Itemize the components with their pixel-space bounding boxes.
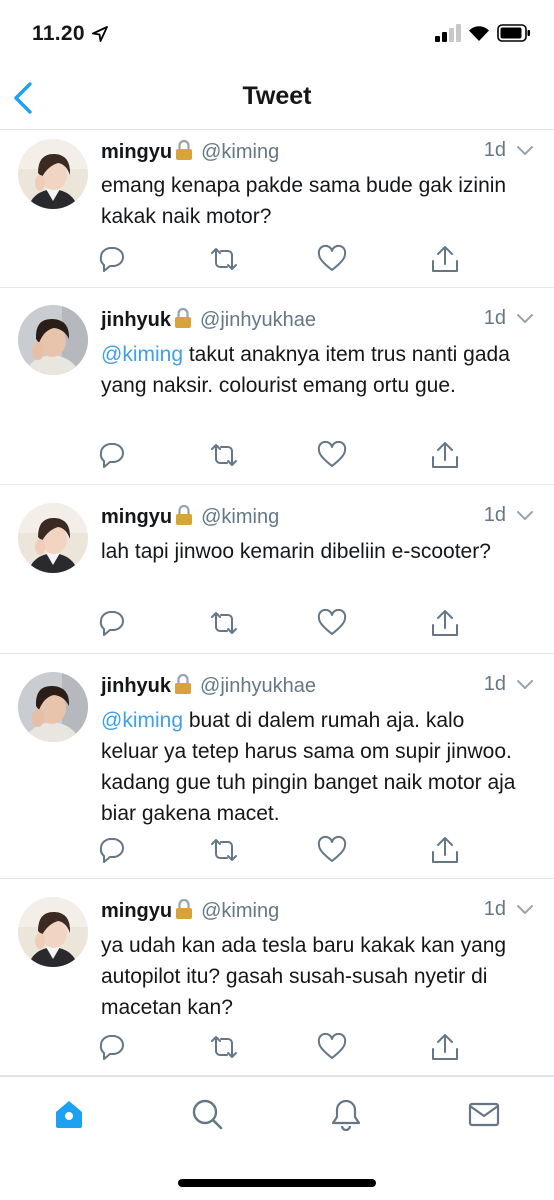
- cellular-signal-icon: [435, 24, 461, 42]
- like-heart-icon[interactable]: [316, 834, 348, 866]
- avatar[interactable]: [18, 305, 88, 375]
- tweet-actions: [96, 1031, 476, 1065]
- display-name[interactable]: mingyu: [101, 900, 172, 922]
- like-heart-icon[interactable]: [316, 1031, 348, 1063]
- timestamp: 1d: [483, 673, 506, 695]
- tweet-actions: [96, 439, 476, 473]
- battery-icon: [497, 24, 530, 42]
- tweet-actions: [96, 834, 476, 868]
- chevron-down-icon[interactable]: [516, 313, 534, 325]
- lock-icon: [175, 673, 192, 694]
- lock-icon: [176, 504, 193, 525]
- tweet-text: emang kenapa pakde sama bude gak izinin …: [101, 170, 521, 232]
- handle[interactable]: @kiming: [201, 900, 279, 922]
- handle[interactable]: @kiming: [201, 506, 279, 528]
- display-name[interactable]: jinhyuk: [101, 309, 171, 331]
- share-icon[interactable]: [429, 439, 461, 471]
- tweet[interactable]: mingyu @kiming 1d emang kenapa pakde sama…: [0, 130, 554, 288]
- chevron-down-icon[interactable]: [516, 145, 534, 157]
- timestamp: 1d: [483, 504, 506, 526]
- display-name[interactable]: mingyu: [101, 506, 172, 528]
- tweet-body: ya udah kan ada tesla baru kakak kan yan…: [101, 934, 507, 1019]
- lock-icon: [176, 898, 193, 919]
- tweet-text: lah tapi jinwoo kemarin dibeliin e-scoot…: [101, 536, 521, 567]
- share-icon[interactable]: [429, 834, 461, 866]
- handle[interactable]: @kiming: [201, 141, 279, 163]
- retweet-icon[interactable]: [208, 1031, 240, 1063]
- like-heart-icon[interactable]: [316, 243, 348, 275]
- share-icon[interactable]: [429, 243, 461, 275]
- tweet[interactable]: jinhyuk @jinhyukhae 1d @kiming takut anak…: [0, 288, 554, 485]
- timestamp: 1d: [483, 139, 506, 161]
- avatar[interactable]: [18, 503, 88, 573]
- status-bar: 11.20: [0, 0, 554, 66]
- share-icon[interactable]: [429, 607, 461, 639]
- nav-header: Tweet: [0, 66, 554, 130]
- retweet-icon[interactable]: [208, 834, 240, 866]
- reply-icon[interactable]: [96, 607, 128, 639]
- home-indicator: [178, 1179, 376, 1187]
- reply-icon[interactable]: [96, 243, 128, 275]
- notifications-icon[interactable]: [329, 1097, 363, 1131]
- tweet[interactable]: mingyu @kiming 1d ya udah kan ada tesla b…: [0, 879, 554, 1076]
- tweet[interactable]: mingyu @kiming 1d lah tapi jinwoo kemarin…: [0, 485, 554, 654]
- mention-link[interactable]: @kiming: [101, 343, 183, 366]
- home-icon[interactable]: [52, 1097, 86, 1131]
- reply-icon[interactable]: [96, 439, 128, 471]
- tweet-text: @kiming buat di dalem rumah aja. kalo ke…: [101, 705, 521, 829]
- avatar[interactable]: [18, 897, 88, 967]
- reply-icon[interactable]: [96, 834, 128, 866]
- tweet[interactable]: jinhyuk @jinhyukhae 1d @kiming buat di da…: [0, 654, 554, 879]
- tweet-body: emang kenapa pakde sama bude gak izinin …: [101, 174, 507, 228]
- search-icon[interactable]: [190, 1097, 224, 1131]
- reply-icon[interactable]: [96, 1031, 128, 1063]
- lock-icon: [175, 307, 192, 328]
- avatar[interactable]: [18, 139, 88, 209]
- retweet-icon[interactable]: [208, 439, 240, 471]
- tweet-text: ya udah kan ada tesla baru kakak kan yan…: [101, 930, 521, 1023]
- location-arrow-icon: [92, 26, 108, 42]
- tweet-body: lah tapi jinwoo kemarin dibeliin e-scoot…: [101, 540, 491, 563]
- share-icon[interactable]: [429, 1031, 461, 1063]
- messages-icon[interactable]: [467, 1097, 501, 1131]
- display-name[interactable]: mingyu: [101, 141, 172, 163]
- timestamp: 1d: [483, 898, 506, 920]
- chevron-down-icon[interactable]: [516, 510, 534, 522]
- handle[interactable]: @jinhyukhae: [200, 309, 316, 331]
- tweet-actions: [96, 243, 476, 277]
- tweet-text: @kiming takut anaknya item trus nanti ga…: [101, 339, 521, 401]
- timestamp: 1d: [483, 307, 506, 329]
- mention-link[interactable]: @kiming: [101, 709, 183, 732]
- retweet-icon[interactable]: [208, 243, 240, 275]
- status-time: 11.20: [32, 22, 85, 45]
- avatar[interactable]: [18, 672, 88, 742]
- lock-icon: [176, 139, 193, 160]
- chevron-down-icon[interactable]: [516, 904, 534, 916]
- like-heart-icon[interactable]: [316, 607, 348, 639]
- display-name[interactable]: jinhyuk: [101, 675, 171, 697]
- handle[interactable]: @jinhyukhae: [200, 675, 316, 697]
- page-title: Tweet: [242, 82, 312, 110]
- tweet-actions: [96, 607, 476, 641]
- like-heart-icon[interactable]: [316, 439, 348, 471]
- wifi-icon: [469, 26, 489, 41]
- retweet-icon[interactable]: [208, 607, 240, 639]
- chevron-down-icon[interactable]: [516, 679, 534, 691]
